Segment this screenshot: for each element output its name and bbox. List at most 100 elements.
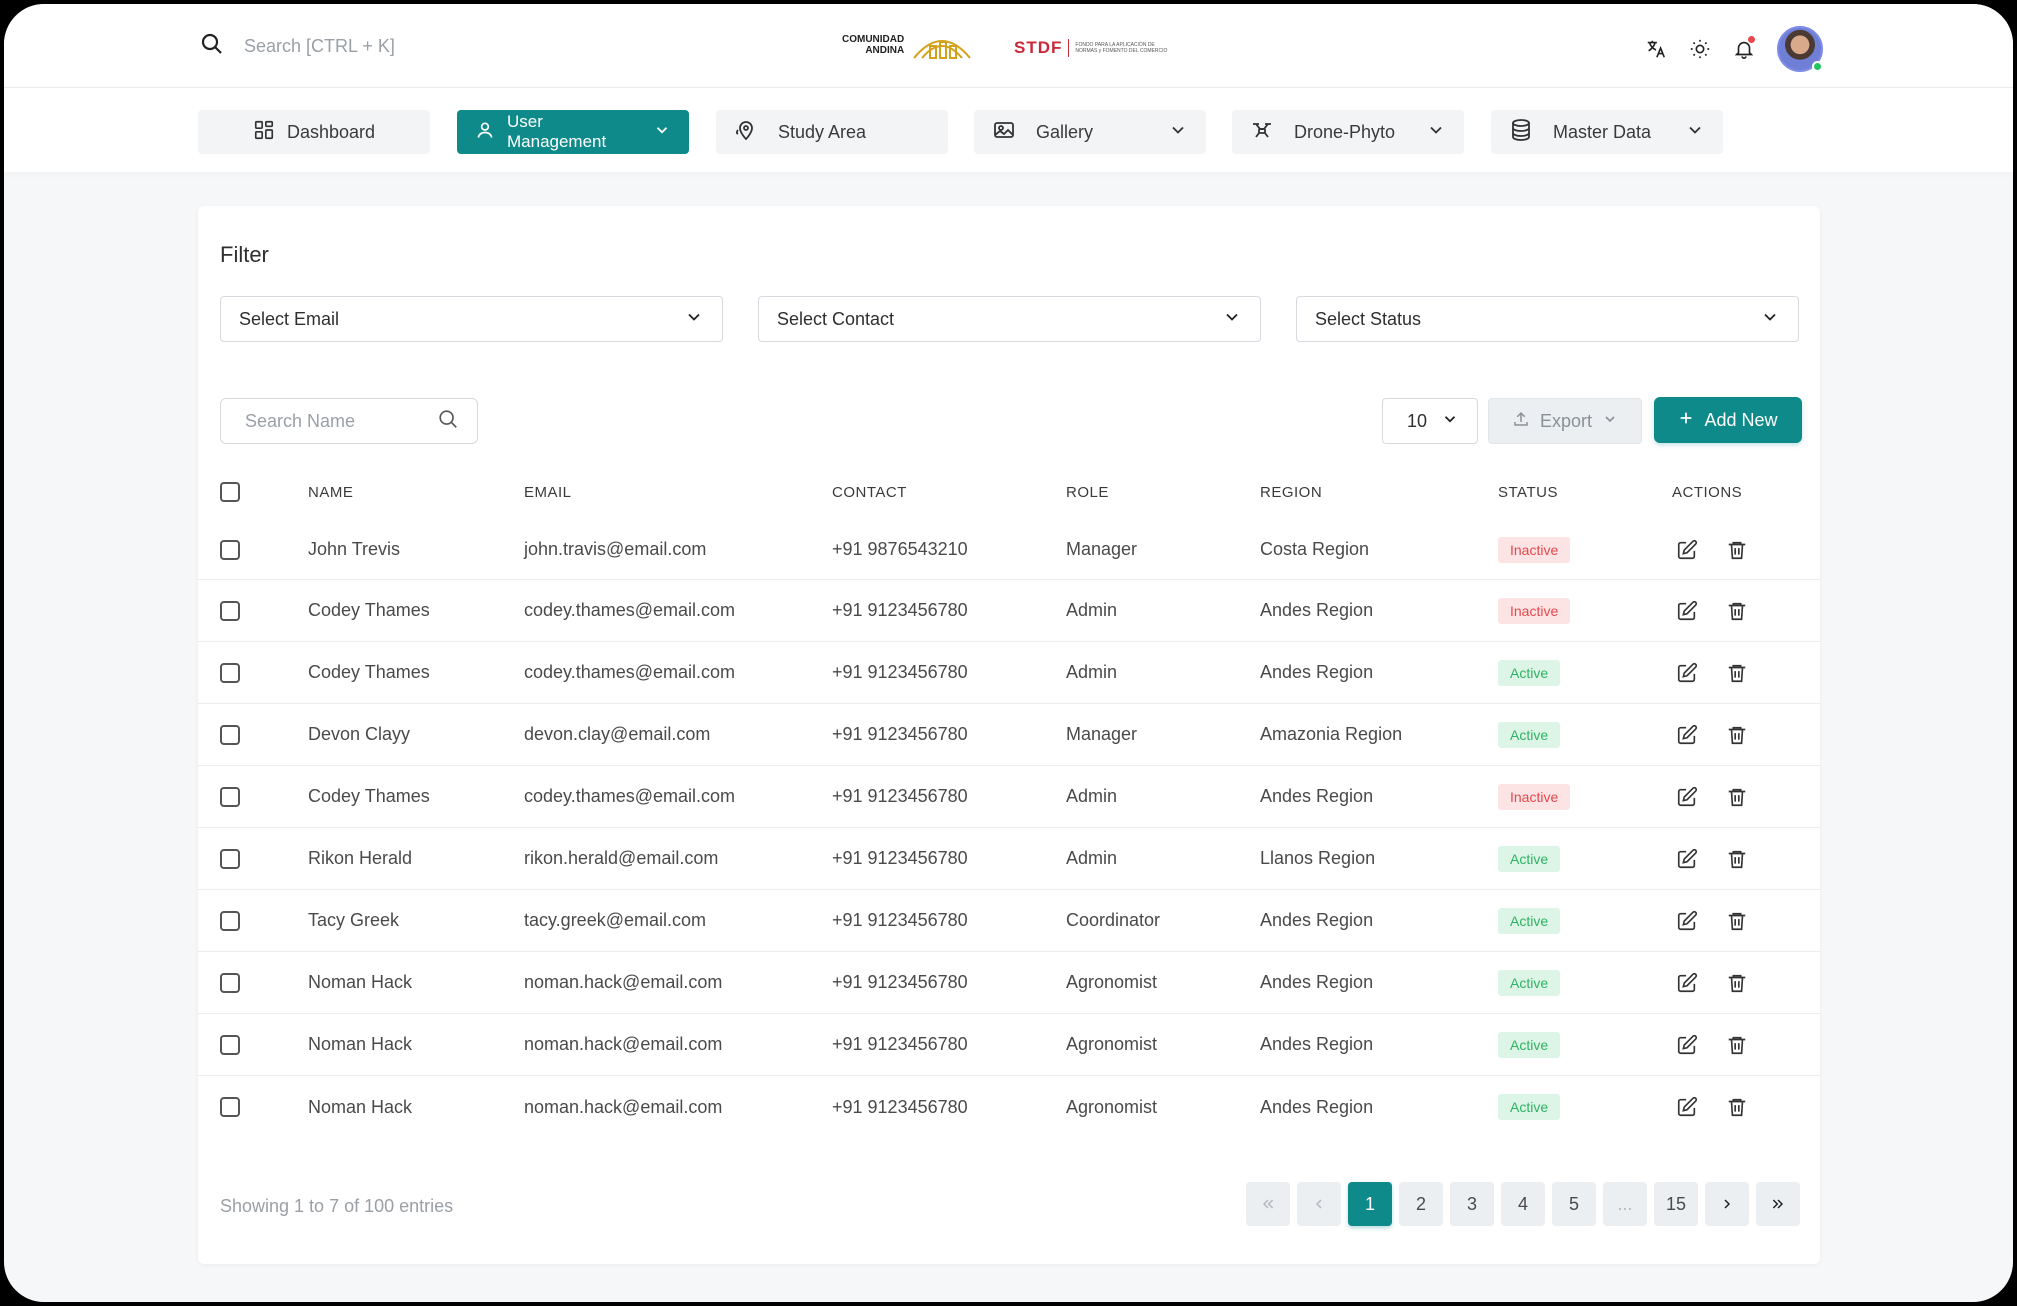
double-chevron-left-icon bbox=[1262, 1199, 1274, 1209]
cell-role: Manager bbox=[1066, 724, 1138, 744]
cell-email: noman.hack@email.com bbox=[524, 1096, 723, 1117]
nav-study-area-label: Study Area bbox=[778, 121, 867, 142]
row-checkbox[interactable] bbox=[220, 724, 240, 745]
cell-name: Codey Thames bbox=[308, 662, 430, 682]
cell-name: Noman Hack bbox=[308, 1096, 413, 1117]
cell-contact: +91 9123456780 bbox=[832, 786, 968, 806]
status-badge: Active bbox=[1498, 845, 1561, 872]
page-size-select[interactable]: 10 bbox=[1382, 398, 1478, 444]
chevron-down-icon bbox=[1426, 120, 1446, 145]
nav-study-area[interactable]: Study Area bbox=[716, 110, 948, 154]
notification-bell-icon[interactable] bbox=[1733, 36, 1755, 60]
row-checkbox[interactable] bbox=[220, 662, 240, 683]
cell-role: Coordinator bbox=[1066, 910, 1161, 930]
add-new-button[interactable]: Add New bbox=[1654, 397, 1802, 443]
delete-icon[interactable] bbox=[1726, 786, 1748, 808]
cell-name: Rikon Herald bbox=[308, 848, 413, 868]
header-role[interactable]: ROLE bbox=[1066, 484, 1260, 501]
row-checkbox[interactable] bbox=[220, 786, 240, 807]
page-size-value: 10 bbox=[1407, 410, 1428, 431]
delete-icon[interactable] bbox=[1726, 724, 1748, 746]
delete-icon[interactable] bbox=[1726, 662, 1748, 684]
delete-icon[interactable] bbox=[1726, 848, 1748, 870]
drone-icon bbox=[1250, 118, 1274, 147]
header-email[interactable]: EMAIL bbox=[524, 484, 832, 501]
contact-select[interactable]: Select Contact bbox=[758, 296, 1261, 342]
status-select[interactable]: Select Status bbox=[1296, 296, 1799, 342]
chevron-down-icon bbox=[1602, 411, 1618, 432]
cell-region: Andes Region bbox=[1260, 662, 1374, 682]
header-status[interactable]: STATUS bbox=[1498, 484, 1672, 501]
table-row: Tacy Greek tacy.greek@email.com +91 912345… bbox=[198, 890, 1820, 952]
status-badge: Inactive bbox=[1498, 783, 1571, 810]
cell-name: Noman Hack bbox=[308, 1034, 413, 1054]
header-region[interactable]: REGION bbox=[1260, 484, 1498, 501]
select-all-checkbox[interactable] bbox=[220, 482, 240, 502]
theme-sun-icon[interactable] bbox=[1689, 38, 1711, 60]
export-button[interactable]: Export bbox=[1488, 398, 1642, 444]
main-nav: Dashboard User Management Study Area Gal… bbox=[4, 88, 2013, 172]
cell-role: Admin bbox=[1066, 662, 1118, 682]
page-button[interactable]: 15 bbox=[1654, 1182, 1698, 1226]
row-checkbox[interactable] bbox=[220, 539, 240, 560]
edit-icon[interactable] bbox=[1676, 662, 1698, 684]
edit-icon[interactable] bbox=[1676, 786, 1698, 808]
translate-icon[interactable] bbox=[1645, 38, 1667, 60]
page-button[interactable]: 2 bbox=[1399, 1182, 1443, 1226]
nav-master-data[interactable]: Master Data bbox=[1491, 110, 1723, 154]
table-row: Devon Clayy devon.clay@email.com +91 91234… bbox=[198, 704, 1820, 766]
cell-name: Noman Hack bbox=[308, 972, 413, 992]
page-button[interactable]: 5 bbox=[1552, 1182, 1596, 1226]
row-checkbox[interactable] bbox=[220, 1097, 240, 1117]
header-contact[interactable]: CONTACT bbox=[832, 484, 1066, 501]
database-icon bbox=[1509, 118, 1533, 147]
nav-gallery[interactable]: Gallery bbox=[974, 110, 1206, 154]
row-checkbox[interactable] bbox=[220, 600, 240, 621]
nav-user-management[interactable]: User Management bbox=[457, 110, 689, 154]
delete-icon[interactable] bbox=[1726, 1034, 1748, 1056]
search-name-input[interactable]: Search Name bbox=[220, 398, 478, 444]
row-checkbox[interactable] bbox=[220, 848, 240, 869]
first-page-button[interactable] bbox=[1246, 1182, 1290, 1226]
nav-drone-phyto[interactable]: Drone-Phyto bbox=[1232, 110, 1464, 154]
cell-role: Admin bbox=[1066, 786, 1118, 806]
cell-email: john.travis@email.com bbox=[524, 539, 707, 559]
nav-dashboard[interactable]: Dashboard bbox=[198, 110, 430, 154]
prev-page-button[interactable] bbox=[1297, 1182, 1341, 1226]
row-checkbox[interactable] bbox=[220, 1034, 240, 1055]
page-button[interactable]: 1 bbox=[1348, 1182, 1392, 1226]
chevron-down-icon bbox=[1760, 307, 1780, 332]
online-status-dot bbox=[1812, 61, 1823, 72]
page-button[interactable]: 3 bbox=[1450, 1182, 1494, 1226]
edit-icon[interactable] bbox=[1676, 724, 1698, 746]
export-label: Export bbox=[1539, 410, 1593, 431]
last-page-button[interactable] bbox=[1756, 1182, 1800, 1226]
edit-icon[interactable] bbox=[1676, 1096, 1698, 1118]
edit-icon[interactable] bbox=[1676, 600, 1698, 622]
global-search[interactable]: Search [CTRL + K] bbox=[200, 32, 395, 61]
table-row: Codey Thames codey.thames@email.com +91 91… bbox=[198, 642, 1820, 704]
user-avatar[interactable] bbox=[1777, 26, 1823, 72]
cell-region: Amazonia Region bbox=[1260, 724, 1403, 744]
edit-icon[interactable] bbox=[1676, 1034, 1698, 1056]
edit-icon[interactable] bbox=[1676, 539, 1698, 561]
image-icon bbox=[992, 118, 1016, 147]
edit-icon[interactable] bbox=[1676, 972, 1698, 994]
row-checkbox[interactable] bbox=[220, 910, 240, 931]
delete-icon[interactable] bbox=[1726, 600, 1748, 622]
email-select[interactable]: Select Email bbox=[220, 296, 723, 342]
cell-region: Andes Region bbox=[1260, 1034, 1374, 1054]
delete-icon[interactable] bbox=[1726, 910, 1748, 932]
table-row: Noman Hack noman.hack@email.com +91 912345… bbox=[198, 1014, 1820, 1076]
page-button[interactable]: 4 bbox=[1501, 1182, 1545, 1226]
next-page-button[interactable] bbox=[1705, 1182, 1749, 1226]
header-name[interactable]: NAME bbox=[308, 484, 524, 501]
row-checkbox[interactable] bbox=[220, 972, 240, 993]
chevron-down-icon bbox=[684, 307, 704, 332]
delete-icon[interactable] bbox=[1726, 539, 1748, 561]
edit-icon[interactable] bbox=[1676, 848, 1698, 870]
edit-icon[interactable] bbox=[1676, 910, 1698, 932]
cell-contact: +91 9123456780 bbox=[832, 1096, 968, 1117]
delete-icon[interactable] bbox=[1726, 972, 1748, 994]
delete-icon[interactable] bbox=[1726, 1096, 1748, 1118]
